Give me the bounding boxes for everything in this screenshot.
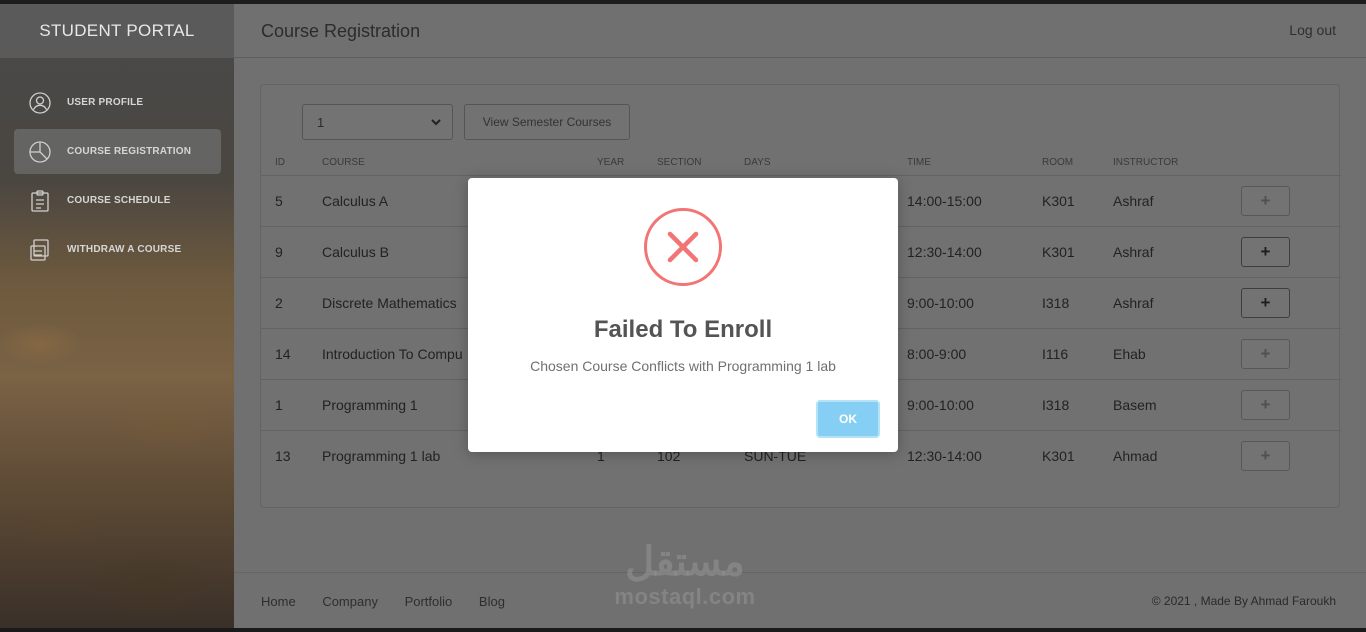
add-course-button[interactable]: + (1241, 441, 1290, 471)
cell-course: Programming 1 (322, 397, 418, 413)
header-section: SECTION (657, 157, 702, 168)
register-icon (30, 238, 49, 261)
cell-id: 9 (275, 244, 283, 260)
cell-course: Discrete Mathematics (322, 295, 457, 311)
dialog-message: Chosen Course Conflicts with Programming… (530, 358, 836, 374)
cell-id: 2 (275, 295, 283, 311)
sidebar: STUDENT PORTAL USER PROFILE COURSE REGIS… (0, 4, 234, 628)
add-course-button[interactable]: + (1241, 390, 1290, 420)
header-instructor: INSTRUCTOR (1113, 157, 1179, 168)
cell-id: 1 (275, 397, 283, 413)
header-time: TIME (907, 157, 931, 168)
user-icon (29, 91, 51, 114)
cell-room: K301 (1042, 244, 1075, 260)
cell-instructor: Ashraf (1113, 295, 1154, 311)
header-days: DAYS (744, 157, 771, 168)
cell-time: 9:00-10:00 (907, 397, 974, 413)
cell-time: 9:00-10:00 (907, 295, 974, 311)
cell-course: Calculus B (322, 244, 389, 260)
bottom-strip (0, 628, 1366, 632)
top-bar: Course Registration Log out (234, 4, 1366, 58)
add-course-button[interactable]: + (1241, 186, 1290, 216)
brand-title: STUDENT PORTAL (0, 4, 234, 58)
cell-time: 12:30-14:00 (907, 244, 982, 260)
cell-id: 13 (275, 448, 291, 464)
add-course-button[interactable]: + (1241, 237, 1290, 267)
cell-time: 12:30-14:00 (907, 448, 982, 464)
dialog-title: Failed To Enroll (593, 316, 773, 343)
cell-course: Programming 1 lab (322, 448, 441, 464)
cell-instructor: Ashraf (1113, 193, 1154, 209)
header-id: ID (275, 157, 285, 168)
footer-link-home[interactable]: Home (261, 594, 296, 609)
footer: Home Company Portfolio Blog © 2021 , Mad… (234, 572, 1366, 628)
footer-link-blog[interactable]: Blog (479, 594, 505, 609)
sidebar-item-label: COURSE REGISTRATION (67, 146, 192, 157)
sidebar-item-label: WITHDRAW A COURSE (67, 244, 182, 255)
cell-room: I116 (1042, 346, 1069, 362)
sidebar-item-label: COURSE SCHEDULE (67, 195, 171, 206)
clipboard-icon (31, 189, 49, 212)
cell-room: K301 (1042, 193, 1075, 209)
sidebar-item-label: USER PROFILE (67, 97, 144, 108)
cell-room: I318 (1042, 295, 1070, 311)
header-room: ROOM (1042, 157, 1074, 168)
sidebar-item-course-schedule[interactable]: COURSE SCHEDULE (14, 178, 221, 223)
semester-select[interactable]: 1 (302, 104, 453, 140)
add-course-button[interactable]: + (1241, 288, 1290, 318)
footer-links: Home Company Portfolio Blog (261, 594, 528, 609)
cell-instructor: Ehab (1113, 346, 1146, 362)
sidebar-nav: USER PROFILE COURSE REGISTRATION COURSE … (14, 80, 221, 276)
pie-chart-icon (29, 140, 51, 163)
cell-instructor: Ahmad (1113, 448, 1158, 464)
cell-course: Introduction To Compu (322, 346, 463, 362)
error-dialog: Failed To Enroll Chosen Course Conflicts… (468, 178, 898, 452)
sidebar-item-withdraw-course[interactable]: WITHDRAW A COURSE (14, 227, 221, 272)
footer-link-portfolio[interactable]: Portfolio (405, 594, 453, 609)
cell-room: I318 (1042, 397, 1070, 413)
logout-link[interactable]: Log out (1289, 22, 1336, 38)
header-course: COURSE (322, 157, 365, 168)
watermark-logo: مستقل mostaql.com (600, 540, 770, 618)
watermark-arabic: مستقل (625, 540, 745, 584)
table-header: ID COURSE YEAR SECTION DAYS TIME ROOM IN… (261, 155, 1341, 175)
cell-instructor: Ashraf (1113, 244, 1154, 260)
ok-button[interactable]: OK (816, 400, 880, 438)
sidebar-item-course-registration[interactable]: COURSE REGISTRATION (14, 129, 221, 174)
cell-id: 14 (275, 346, 291, 362)
cell-room: K301 (1042, 448, 1075, 464)
cell-course: Calculus A (322, 193, 389, 209)
sidebar-background-image (0, 224, 234, 628)
error-x-icon (644, 208, 722, 286)
chevron-down-icon (431, 119, 441, 126)
copyright-text: © 2021 , Made By Ahmad Faroukh (1151, 594, 1336, 608)
cell-time: 14:00-15:00 (907, 193, 982, 209)
cell-time: 8:00-9:00 (907, 346, 967, 362)
semester-select-value: 1 (317, 115, 325, 130)
page-title: Course Registration (261, 21, 421, 41)
add-course-button[interactable]: + (1241, 339, 1290, 369)
sidebar-item-user-profile[interactable]: USER PROFILE (14, 80, 221, 125)
watermark-latin: mostaql.com (614, 584, 756, 609)
view-semester-courses-button[interactable]: View Semester Courses (464, 104, 630, 140)
cell-instructor: Basem (1113, 397, 1157, 413)
footer-link-company[interactable]: Company (322, 594, 378, 609)
header-year: YEAR (597, 157, 625, 168)
cell-id: 5 (275, 193, 283, 209)
